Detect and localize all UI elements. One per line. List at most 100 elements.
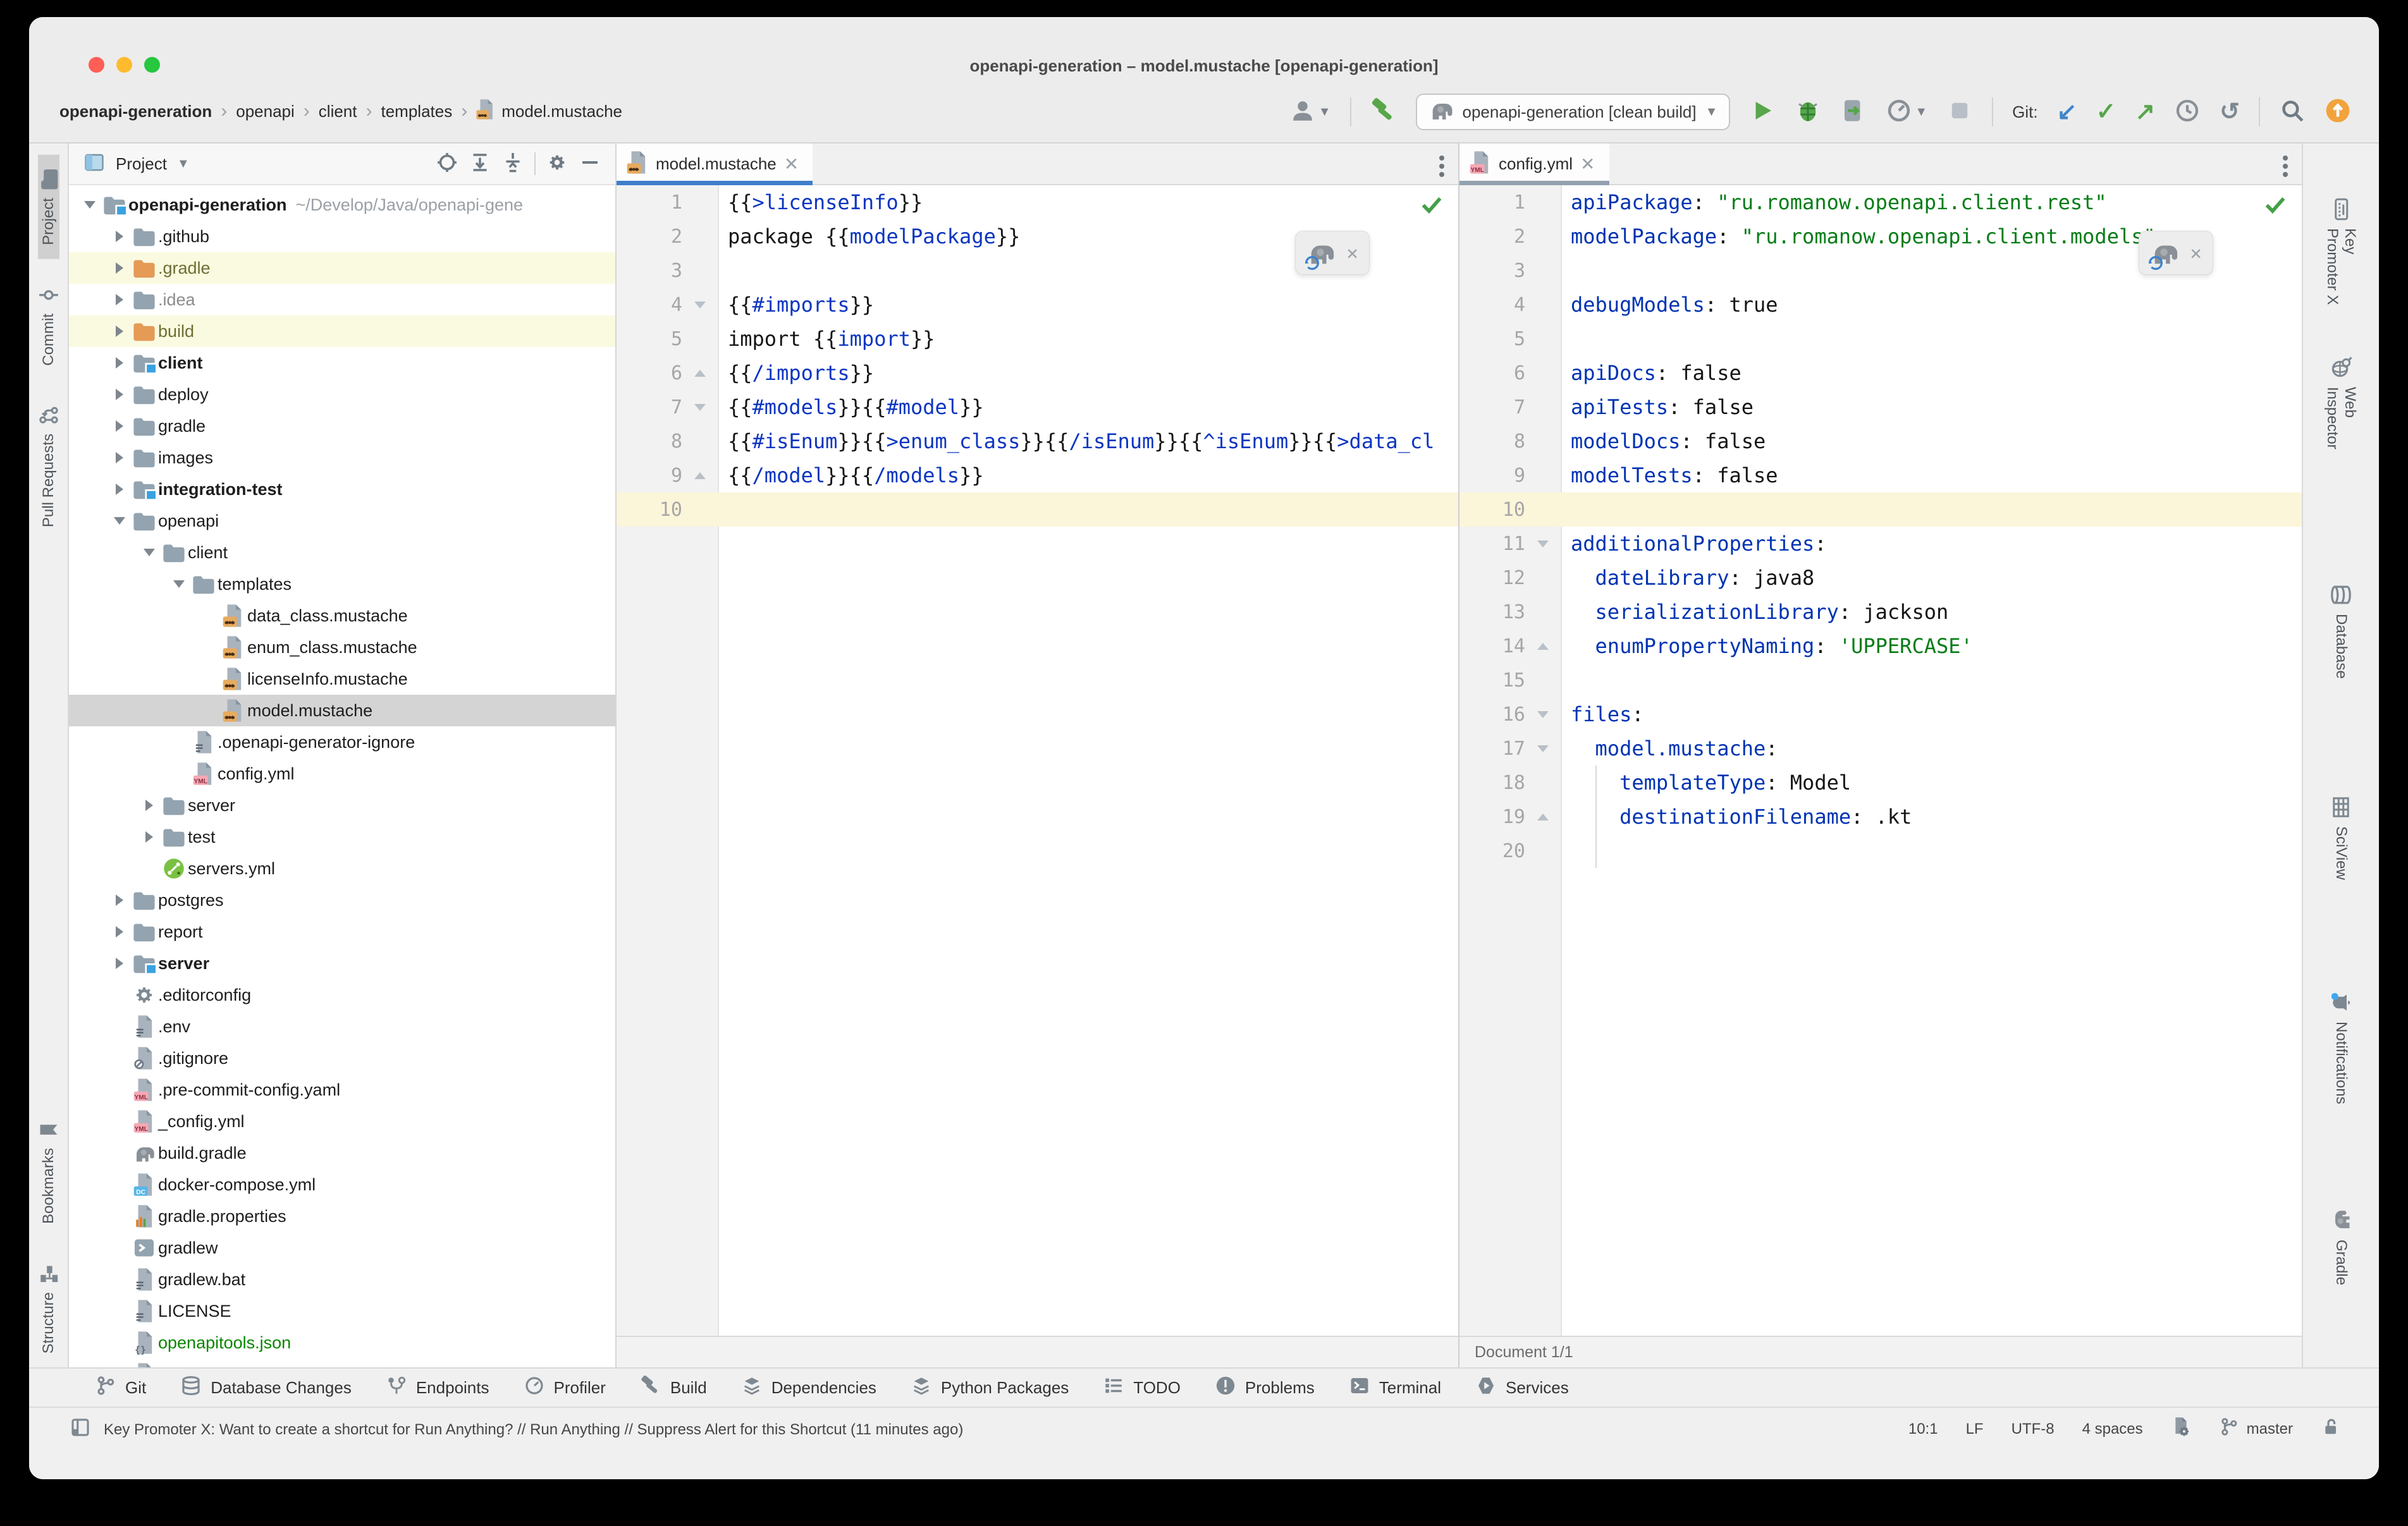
tree-expand-chevron-icon[interactable] — [138, 800, 160, 811]
user-avatar-button[interactable]: ▼ — [1289, 97, 1331, 127]
tool-window-button-problems[interactable]: Problems — [1215, 1375, 1315, 1401]
breadcrumb-item[interactable]: client — [319, 102, 357, 121]
read-write-lock-icon[interactable] — [2321, 1417, 2341, 1441]
inspection-ok-icon[interactable] — [2263, 192, 2288, 219]
tree-expand-chevron-icon[interactable] — [109, 420, 130, 432]
tree-row[interactable]: enum_class.mustache — [69, 632, 615, 663]
tree-row[interactable]: .openapi-generator-ignore — [69, 726, 615, 758]
breadcrumb-item[interactable]: openapi-generation — [59, 102, 212, 121]
tree-row[interactable]: openapi — [69, 505, 615, 537]
indent-indicator[interactable]: 4 spaces — [2082, 1420, 2143, 1438]
tree-expand-chevron-icon[interactable] — [109, 926, 130, 937]
tree-row[interactable]: gradlew.bat — [69, 1264, 615, 1295]
panel-settings-button[interactable] — [546, 151, 568, 177]
tree-row[interactable]: model.mustache — [69, 695, 615, 726]
run-with-coverage-button[interactable] — [1840, 97, 1867, 127]
tree-row[interactable]: gradle — [69, 410, 615, 442]
tree-expand-chevron-icon[interactable] — [109, 484, 130, 495]
tool-window-button-bookmarks[interactable]: Bookmarks — [38, 1105, 59, 1238]
run-button[interactable] — [1749, 97, 1776, 127]
tree-expand-chevron-icon[interactable] — [109, 894, 130, 906]
tree-expand-chevron-icon[interactable] — [109, 357, 130, 369]
tree-row[interactable]: DC docker-compose.yml — [69, 1169, 615, 1200]
tool-window-button-todo[interactable]: TODO — [1103, 1375, 1181, 1401]
file-settings-icon[interactable] — [2171, 1417, 2191, 1441]
tree-row[interactable]: gradlew — [69, 1232, 615, 1264]
select-opened-file-button[interactable] — [436, 151, 458, 177]
tree-row[interactable]: server — [69, 948, 615, 979]
tree-expand-chevron-icon[interactable] — [109, 231, 130, 242]
load-gradle-changes-button[interactable]: ✕ — [1295, 231, 1370, 275]
tree-row[interactable]: gradle.properties — [69, 1200, 615, 1232]
tool-window-button-project[interactable]: Project — [37, 155, 59, 259]
tree-row[interactable]: build — [69, 315, 615, 347]
caret-position-indicator[interactable]: 10:1 — [1908, 1420, 1938, 1438]
build-project-button[interactable] — [1370, 97, 1397, 127]
debug-button[interactable] — [1795, 97, 1821, 127]
editor-options-kebab-icon[interactable] — [1439, 152, 1444, 180]
tree-row[interactable]: YML config.yml — [69, 758, 615, 790]
editor-options-kebab-icon[interactable] — [2283, 152, 2288, 180]
encoding-indicator[interactable]: UTF-8 — [2012, 1420, 2055, 1438]
ide-update-button[interactable] — [2325, 97, 2351, 127]
tool-window-button-sciview[interactable]: SciView — [2330, 783, 2352, 893]
code-editor[interactable]: 1 apiPackage: "ru.romanow.openapi.client.… — [1459, 185, 2302, 1336]
tool-window-button-services[interactable]: Services — [1475, 1375, 1569, 1401]
tree-row[interactable]: .editorconfig — [69, 979, 615, 1011]
tree-row[interactable]: MDREADME.md — [69, 1358, 615, 1367]
tree-row[interactable]: client — [69, 537, 615, 568]
tree-expand-chevron-icon[interactable] — [109, 326, 130, 337]
expand-all-button[interactable] — [469, 151, 491, 177]
git-update-button[interactable]: ↙ — [2057, 100, 2077, 124]
tree-row[interactable]: .gradle — [69, 252, 615, 284]
chevron-down-icon[interactable]: ▼ — [177, 157, 190, 171]
load-gradle-changes-button[interactable]: ✕ — [2139, 231, 2213, 275]
tool-window-button-database[interactable]: Database — [2330, 571, 2352, 692]
close-tab-icon[interactable]: ✕ — [784, 154, 799, 174]
tree-row[interactable]: .gitignore — [69, 1042, 615, 1074]
fold-marker-icon[interactable] — [682, 403, 718, 411]
fold-marker-icon[interactable] — [1525, 711, 1561, 718]
fold-marker-icon[interactable] — [682, 301, 718, 308]
tool-window-button-key-promoter-x[interactable]: Key Promoter X — [2323, 185, 2359, 327]
tree-row[interactable]: postgres — [69, 884, 615, 916]
breadcrumb-file[interactable]: model.mustache — [476, 99, 622, 125]
tree-expand-chevron-icon[interactable] — [138, 831, 160, 843]
tree-collapse-chevron-icon[interactable] — [168, 578, 190, 590]
tree-row[interactable]: openapi-generation ~/Develop/Java/openapi… — [69, 189, 615, 221]
fold-marker-icon[interactable] — [1525, 813, 1561, 821]
tool-window-button-notifications[interactable]: Notifications — [2330, 979, 2352, 1117]
git-branch-indicator[interactable]: master — [2219, 1417, 2293, 1441]
tree-row[interactable]: servers.yml — [69, 853, 615, 884]
tool-window-button-python-packages[interactable]: Python Packages — [911, 1375, 1069, 1401]
dismiss-icon[interactable]: ✕ — [2190, 242, 2202, 264]
tree-row[interactable]: client — [69, 347, 615, 379]
tool-window-button-endpoints[interactable]: Endpoints — [386, 1375, 489, 1401]
tree-row[interactable]: build.gradle — [69, 1137, 615, 1169]
git-commit-button[interactable]: ✓ — [2096, 100, 2116, 124]
git-push-button[interactable]: ↗ — [2135, 100, 2155, 124]
tool-window-quick-access-icon[interactable] — [70, 1417, 91, 1443]
tree-row[interactable]: .github — [69, 221, 615, 252]
dismiss-icon[interactable]: ✕ — [1347, 242, 1358, 264]
breadcrumb-item[interactable]: templates — [381, 102, 453, 121]
collapse-all-button[interactable] — [501, 151, 524, 177]
project-panel-title[interactable]: Project — [116, 154, 167, 174]
breadcrumb-item[interactable]: openapi — [236, 102, 295, 121]
tool-window-button-dependencies[interactable]: Dependencies — [741, 1375, 876, 1401]
tool-window-button-structure[interactable]: Structure — [38, 1249, 59, 1367]
profiler-button[interactable]: ▼ — [1886, 97, 1927, 127]
tree-row[interactable]: .env — [69, 1011, 615, 1042]
tree-collapse-chevron-icon[interactable] — [79, 199, 101, 211]
tree-row[interactable]: LICENSE — [69, 1295, 615, 1327]
local-history-button[interactable] — [2174, 97, 2201, 127]
tool-window-button-database-changes[interactable]: Database Changes — [180, 1375, 352, 1401]
status-message[interactable]: Key Promoter X: Want to create a shortcu… — [104, 1421, 963, 1439]
tool-window-button-git[interactable]: Git — [95, 1375, 146, 1401]
tool-window-button-pull-requests[interactable]: Pull Requests — [38, 391, 59, 541]
tree-row[interactable]: images — [69, 442, 615, 473]
fold-marker-icon[interactable] — [1525, 642, 1561, 650]
tool-window-button-profiler[interactable]: Profiler — [524, 1375, 606, 1401]
run-configuration-select[interactable]: openapi-generation [clean build] ▼ — [1415, 94, 1731, 130]
fold-marker-icon[interactable] — [1525, 540, 1561, 547]
